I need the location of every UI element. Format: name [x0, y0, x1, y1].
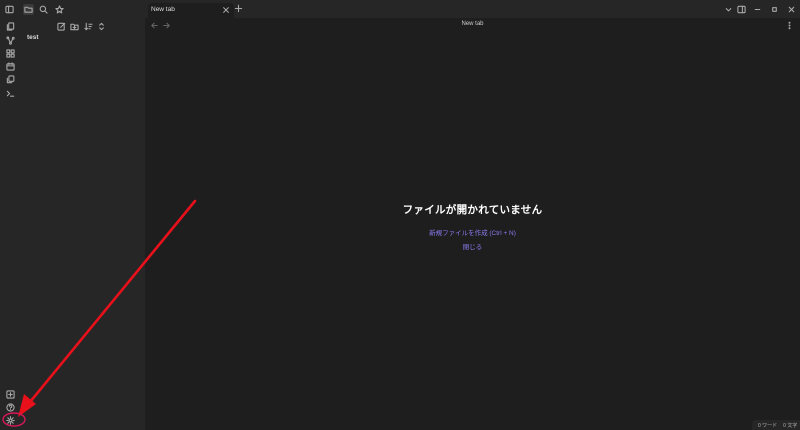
ribbon — [0, 18, 20, 430]
main-view: New tab ファイルが開かれていません 新規ファイルを作成 (Ctrl + … — [145, 18, 800, 430]
file-explorer-sidebar: test — [19, 18, 145, 430]
maximize-window-icon[interactable] — [769, 4, 779, 14]
bookmark-star-icon[interactable] — [54, 4, 65, 15]
close-tab-icon[interactable] — [222, 6, 230, 14]
empty-state-title: ファイルが開かれていません — [402, 204, 543, 216]
help-icon[interactable] — [5, 402, 15, 412]
sidebar-toggle-icon[interactable] — [4, 4, 15, 15]
close-window-icon[interactable] — [786, 4, 796, 14]
tab-strip: New tab — [145, 0, 800, 18]
sidebar-header-bar — [0, 0, 145, 19]
tab-list-chevron-down-icon[interactable] — [723, 4, 733, 14]
char-count: 0 文字 — [783, 422, 798, 429]
file-item-test[interactable]: test — [27, 34, 39, 41]
files-tab-folder-icon[interactable] — [23, 4, 34, 15]
minimize-window-icon[interactable] — [752, 4, 762, 14]
create-new-file-link[interactable]: 新規ファイルを作成 (Ctrl + N) — [145, 227, 800, 237]
more-options-icon[interactable] — [785, 21, 794, 30]
templates-copy-icon[interactable] — [5, 74, 15, 84]
graph-view-icon[interactable] — [5, 35, 15, 45]
expand-collapse-icon[interactable] — [96, 21, 106, 31]
new-folder-icon[interactable] — [69, 21, 79, 31]
status-bar: 0 ワード 0 文字 — [752, 420, 800, 430]
right-sidebar-toggle-icon[interactable] — [736, 4, 746, 14]
close-link[interactable]: 閉じる — [145, 241, 800, 251]
daily-note-calendar-icon[interactable] — [5, 61, 15, 71]
word-count: 0 ワード — [758, 422, 778, 429]
open-another-vault-icon[interactable] — [5, 389, 15, 399]
settings-gear-icon[interactable] — [5, 415, 15, 425]
canvas-icon[interactable] — [5, 48, 15, 58]
tab-label: New tab — [151, 6, 175, 13]
new-note-icon[interactable] — [56, 21, 66, 31]
add-tab-icon[interactable] — [234, 4, 243, 13]
view-header-title: New tab — [461, 21, 484, 27]
tab-new-tab[interactable]: New tab — [148, 3, 234, 18]
sort-order-icon[interactable] — [83, 21, 93, 31]
files-icon[interactable] — [5, 21, 15, 31]
search-icon[interactable] — [38, 4, 49, 15]
command-palette-terminal-icon[interactable] — [5, 88, 15, 98]
